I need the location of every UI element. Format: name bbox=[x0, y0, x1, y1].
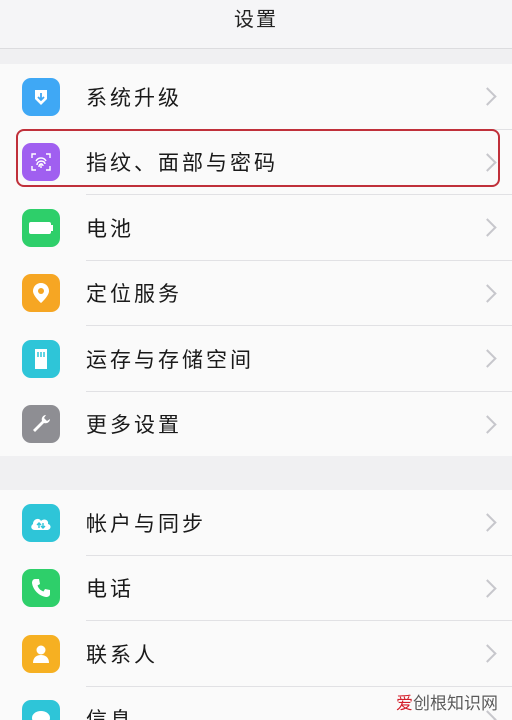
watermark: 爱创根知识网 bbox=[396, 689, 498, 714]
chevron-right-icon bbox=[478, 644, 497, 663]
settings-item-location-services[interactable]: 定位服务 bbox=[0, 261, 512, 326]
phone-icon bbox=[22, 569, 60, 608]
watermark-accent: 爱 bbox=[396, 694, 413, 714]
settings-item-label: 定位服务 bbox=[86, 282, 182, 307]
watermark-text: 创根知识网 bbox=[413, 694, 498, 714]
settings-item-label: 运存与存储空间 bbox=[86, 347, 254, 372]
location-pin-icon bbox=[22, 274, 60, 313]
system-update-icon bbox=[22, 77, 60, 116]
settings-item-memory-storage[interactable]: 运存与存储空间 bbox=[0, 326, 512, 392]
settings-item-system-update[interactable]: 系统升级 bbox=[0, 64, 512, 130]
title-bar: 设置 bbox=[0, 0, 512, 49]
settings-item-label: 更多设置 bbox=[86, 413, 182, 438]
battery-icon bbox=[22, 208, 60, 247]
chevron-right-icon bbox=[478, 415, 497, 434]
chevron-right-icon bbox=[478, 284, 497, 303]
settings-group-2: 帐户与同步 电话 联系人 信息 bbox=[0, 490, 512, 720]
settings-screen: 设置 系统升级 指纹、面部与密码 电池 定位服务 运存与存储空间 更多设置 帐户… bbox=[0, 0, 512, 720]
cloud-sync-icon bbox=[22, 503, 60, 542]
settings-item-contacts[interactable]: 联系人 bbox=[0, 621, 512, 687]
settings-item-fingerprint-face-password[interactable]: 指纹、面部与密码 bbox=[0, 130, 512, 195]
chevron-right-icon bbox=[478, 153, 497, 172]
contact-person-icon bbox=[22, 634, 60, 673]
settings-group-1: 系统升级 指纹、面部与密码 电池 定位服务 运存与存储空间 更多设置 bbox=[0, 64, 512, 456]
chevron-right-icon bbox=[478, 579, 497, 598]
settings-item-label: 电池 bbox=[86, 216, 134, 241]
settings-item-phone[interactable]: 电话 bbox=[0, 556, 512, 621]
storage-card-icon bbox=[22, 339, 60, 378]
settings-item-label: 联系人 bbox=[86, 642, 158, 667]
settings-item-label: 电话 bbox=[86, 577, 134, 602]
message-icon bbox=[22, 700, 60, 720]
chevron-right-icon bbox=[478, 218, 497, 237]
chevron-right-icon bbox=[478, 349, 497, 368]
page-title: 设置 bbox=[234, 6, 278, 31]
settings-item-battery[interactable]: 电池 bbox=[0, 195, 512, 261]
settings-item-label: 系统升级 bbox=[86, 85, 182, 110]
chevron-right-icon bbox=[478, 513, 497, 532]
chevron-right-icon bbox=[478, 87, 497, 106]
wrench-icon bbox=[22, 405, 60, 444]
settings-item-label: 指纹、面部与密码 bbox=[86, 151, 278, 176]
settings-item-accounts-sync[interactable]: 帐户与同步 bbox=[0, 490, 512, 556]
settings-item-label: 帐户与同步 bbox=[86, 511, 206, 536]
settings-item-label: 信息 bbox=[86, 704, 134, 720]
settings-item-more-settings[interactable]: 更多设置 bbox=[0, 392, 512, 458]
fingerprint-icon bbox=[22, 143, 60, 182]
